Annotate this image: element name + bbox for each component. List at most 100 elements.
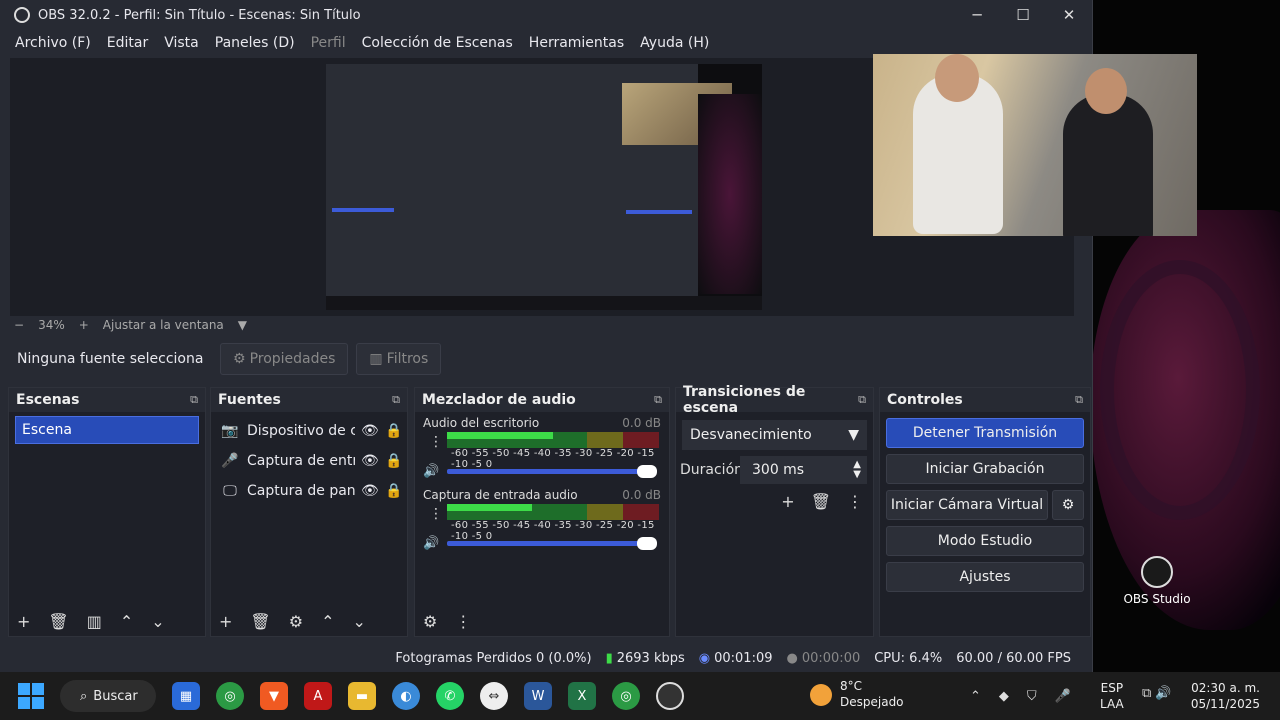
mixer-channel-name: Captura de entrada audio [423, 488, 578, 502]
source-properties-icon[interactable]: ⚙ [289, 612, 303, 631]
clock[interactable]: 02:30 a. m. 05/11/2025 [1191, 680, 1260, 712]
start-recording-button[interactable]: Iniciar Grabación [886, 454, 1084, 484]
properties-button[interactable]: ⚙ Propiedades [220, 343, 349, 375]
chevron-down-icon[interactable]: ▼ [238, 318, 247, 332]
transition-selected: Desvanecimiento [690, 427, 812, 443]
source-item-camera[interactable]: 📷 Dispositivo de captura de vídeo 👁 🔒 [211, 416, 407, 446]
scene-filters-icon[interactable]: ▥ [87, 612, 102, 631]
status-bar: Fotogramas Perdidos 0 (0.0%) ▮ 2693 kbps… [0, 644, 1093, 672]
whatsapp-icon[interactable]: ✆ [436, 682, 464, 710]
camera-icon: 📷 [221, 423, 239, 439]
file-explorer-icon[interactable]: ▬ [348, 682, 376, 710]
speaker-icon[interactable]: 🔊 [423, 464, 447, 479]
fader-knob[interactable] [637, 464, 657, 478]
add-scene-icon[interactable]: + [17, 612, 30, 631]
more-options-icon[interactable]: ⋮ [847, 492, 863, 511]
remove-scene-icon[interactable]: 🗑 [48, 612, 68, 631]
close-button[interactable]: ✕ [1046, 0, 1092, 30]
virtual-camera-settings-button[interactable]: ⚙ [1052, 490, 1084, 520]
settings-button[interactable]: Ajustes [886, 562, 1084, 592]
word-icon[interactable]: W [524, 682, 552, 710]
move-up-icon[interactable]: ⌃ [120, 612, 133, 631]
store-icon[interactable]: ▦ [172, 682, 200, 710]
chrome-icon[interactable]: ◎ [216, 682, 244, 710]
stop-streaming-button[interactable]: Detener Transmisión [886, 418, 1084, 448]
add-source-icon[interactable]: + [219, 612, 232, 631]
transitions-title: Transiciones de escena [683, 384, 806, 416]
copilot-icon[interactable]: ◆ [999, 689, 1009, 704]
zoom-in-button[interactable]: + [79, 318, 89, 332]
eye-icon[interactable]: 👁 [361, 483, 379, 499]
microphone-icon[interactable]: 🎤 [1055, 689, 1071, 704]
desktop-shortcut-obs[interactable]: OBS Studio [1120, 556, 1194, 606]
excel-icon[interactable]: X [568, 682, 596, 710]
duration-label: Duración [680, 462, 744, 478]
weather-widget[interactable]: 8°C Despejado [810, 678, 904, 710]
menu-ayuda[interactable]: Ayuda (H) [640, 35, 709, 51]
minimize-button[interactable]: ─ [954, 0, 1000, 30]
clock-time: 02:30 a. m. [1191, 681, 1260, 695]
search-box[interactable]: ⌕ Buscar [60, 680, 156, 712]
obs-taskbar-icon[interactable] [656, 682, 684, 710]
lock-icon[interactable]: 🔒 [385, 423, 403, 439]
network-icon[interactable]: ⧉ 🔊 [1142, 686, 1172, 701]
undock-icon[interactable]: ⧉ [1075, 393, 1083, 407]
menu-coleccion-escenas[interactable]: Colección de Escenas [362, 35, 513, 51]
chevron-up-icon[interactable]: ⌃ [970, 689, 981, 704]
start-virtual-camera-button[interactable]: Iniciar Cámara Virtual [886, 490, 1048, 520]
remove-source-icon[interactable]: 🗑 [250, 612, 270, 631]
undock-icon[interactable]: ⧉ [190, 393, 198, 407]
language-indicator[interactable]: ESP LAA [1100, 680, 1124, 712]
sources-toolbar: + 🗑 ⚙ ⌃ ⌄ [211, 606, 407, 636]
speaker-icon[interactable]: 🔊 [423, 536, 447, 551]
menu-paneles[interactable]: Paneles (D) [215, 35, 295, 51]
defender-icon[interactable]: ⛉ [1027, 689, 1037, 704]
menu-editar[interactable]: Editar [107, 35, 148, 51]
scenes-dock: Escenas ⧉ Escena + 🗑 ▥ ⌃ ⌄ [8, 387, 206, 637]
eye-icon[interactable]: 👁 [361, 423, 379, 439]
maps-icon[interactable]: ◐ [392, 682, 420, 710]
studio-mode-button[interactable]: Modo Estudio [886, 526, 1084, 556]
undock-icon[interactable]: ⧉ [654, 393, 662, 407]
move-down-icon[interactable]: ⌄ [352, 612, 365, 631]
remote-app-icon[interactable]: ⇔ [480, 682, 508, 710]
zoom-fit-label[interactable]: Ajustar a la ventana [103, 318, 224, 332]
add-transition-icon[interactable]: + [781, 492, 794, 511]
zoom-out-button[interactable]: − [14, 318, 24, 332]
menu-vista[interactable]: Vista [164, 35, 199, 51]
source-toolbar: Ninguna fuente selecciona ⚙ Propiedades … [10, 340, 1090, 378]
acrobat-icon[interactable]: A [304, 682, 332, 710]
duration-spinbox[interactable]: 300 ms ▲ ▼ [740, 456, 867, 484]
spinner-arrows-icon[interactable]: ▲ ▼ [853, 460, 861, 480]
move-down-icon[interactable]: ⌄ [151, 612, 164, 631]
more-options-icon[interactable]: ⋮ [429, 506, 443, 522]
search-label: Buscar [93, 688, 138, 704]
more-options-icon[interactable]: ⋮ [429, 434, 443, 450]
controls-dock: Controles ⧉ Detener Transmisión Iniciar … [879, 387, 1091, 637]
fps: 60.00 / 60.00 FPS [956, 650, 1071, 666]
transition-select[interactable]: Desvanecimiento ▼ [682, 420, 867, 450]
windows-start-icon[interactable] [18, 683, 44, 709]
undock-icon[interactable]: ⧉ [392, 393, 400, 407]
eye-icon[interactable]: 👁 [361, 453, 379, 469]
remove-transition-icon[interactable]: 🗑 [811, 492, 831, 511]
transition-duration: Duración 300 ms ▲ ▼ [680, 456, 867, 484]
scene-item-escena[interactable]: Escena [15, 416, 199, 444]
source-item-audio-input[interactable]: 🎤 Captura de entrada de audio 👁 🔒 [211, 446, 407, 476]
brave-icon[interactable]: ▼ [260, 682, 288, 710]
mixer-channel-db: 0.0 dB [622, 416, 661, 430]
fader-knob[interactable] [637, 536, 657, 550]
lock-icon[interactable]: 🔒 [385, 453, 403, 469]
maximize-button[interactable]: ☐ [1000, 0, 1046, 30]
menu-archivo[interactable]: Archivo (F) [15, 35, 91, 51]
undock-icon[interactable]: ⧉ [858, 393, 866, 407]
advanced-audio-icon[interactable]: ⚙ [423, 612, 437, 631]
move-up-icon[interactable]: ⌃ [321, 612, 334, 631]
filters-button[interactable]: ▥ Filtros [356, 343, 442, 375]
source-item-screen[interactable]: 🖵 Captura de pantalla 👁 🔒 [211, 476, 407, 506]
more-options-icon[interactable]: ⋮ [455, 612, 471, 631]
chrome-icon[interactable]: ◎ [612, 682, 640, 710]
lock-icon[interactable]: 🔒 [385, 483, 403, 499]
microphone-icon: 🎤 [221, 453, 239, 469]
menu-herramientas[interactable]: Herramientas [529, 35, 624, 51]
